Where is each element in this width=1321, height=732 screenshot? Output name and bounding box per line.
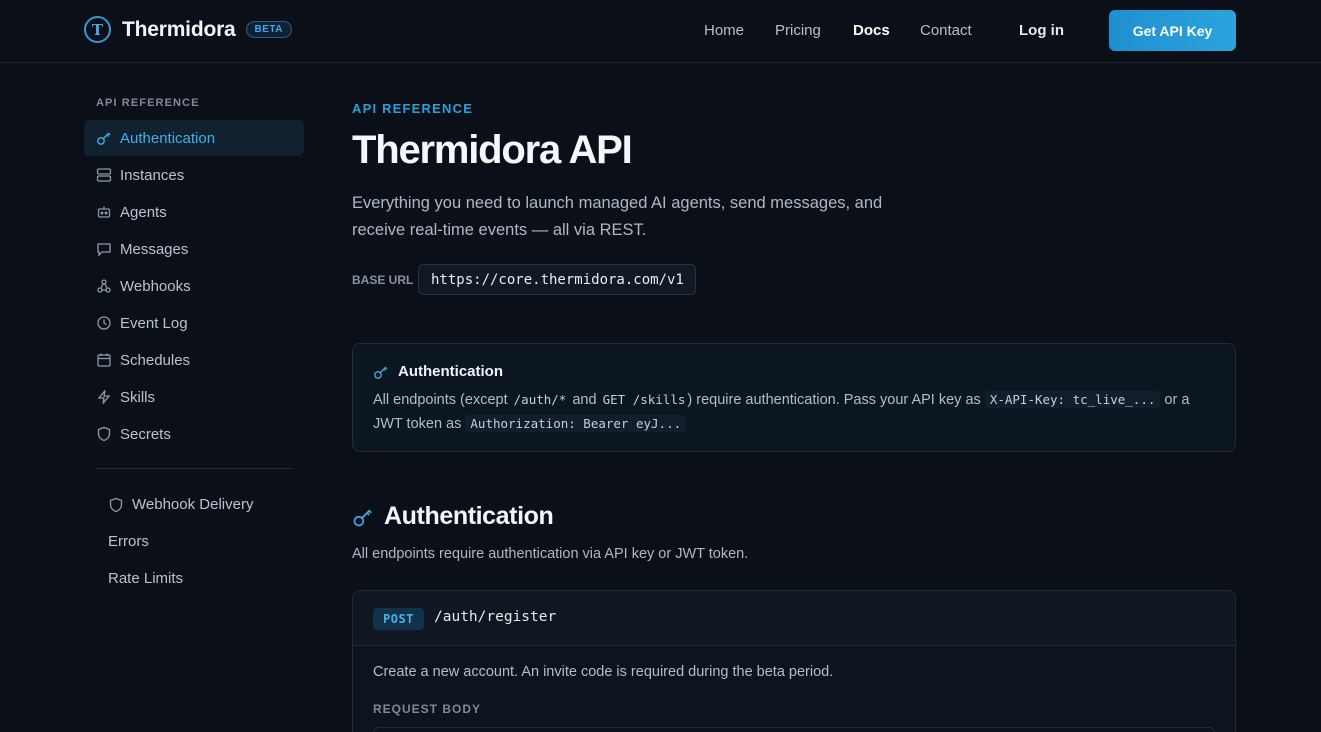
card-text: and — [572, 392, 597, 408]
sidebar-item-agents[interactable]: Agents — [84, 194, 304, 230]
card-text: All endpoints (except — [373, 392, 508, 408]
login-link[interactable]: Log in — [1019, 22, 1064, 39]
inline-code: X-API-Key: tc_live_... — [984, 391, 1161, 408]
shield-icon — [96, 426, 112, 442]
sidebar-divider — [96, 468, 292, 469]
sidebar-item-webhooks[interactable]: Webhooks — [84, 268, 304, 304]
inline-code: Authorization: Bearer eyJ... — [465, 415, 687, 432]
section-heading: Authentication — [352, 502, 554, 531]
sidebar-item-label: Rate Limits — [108, 570, 184, 587]
sidebar-item-instances[interactable]: Instances — [84, 157, 304, 193]
sidebar-item-label: Skills — [120, 388, 156, 406]
sidebar-item-label: Instances — [120, 166, 185, 184]
key-icon — [374, 366, 388, 379]
sidebar-item-label: Schedules — [120, 351, 191, 369]
brand-logo-icon: T — [84, 16, 111, 43]
sidebar-item-label: Webhooks — [120, 277, 191, 295]
sidebar-item-label: Errors — [108, 533, 149, 550]
nav-link-contact[interactable]: Contact — [920, 22, 972, 39]
key-icon — [96, 130, 112, 146]
base-url-value[interactable]: https://core.thermidora.com/v1 — [418, 264, 696, 295]
sidebar-item-event-log[interactable]: Event Log — [84, 305, 304, 341]
robot-icon — [96, 204, 112, 220]
sidebar-item-webhook-delivery[interactable]: Webhook Delivery — [108, 496, 253, 513]
sidebar-item-label: Agents — [120, 203, 167, 221]
page-lead: Everything you need to launch managed AI… — [352, 194, 883, 239]
sidebar-item-label: Messages — [120, 240, 189, 258]
section-description: All endpoints require authentication via… — [352, 546, 749, 562]
page-eyebrow: API REFERENCE — [352, 101, 474, 116]
section-title: Authentication — [384, 502, 554, 530]
endpoint-path: /auth/register — [434, 609, 557, 625]
card-text: ) require authentication. Pass your API … — [687, 392, 981, 408]
shield-icon — [108, 497, 124, 513]
endpoint-header[interactable]: POST /auth/register — [353, 591, 1235, 646]
sidebar-item-messages[interactable]: Messages — [84, 231, 304, 267]
sidebar-item-secrets[interactable]: Secrets — [84, 416, 304, 452]
base-url-label: BASE URL — [352, 273, 414, 287]
lightning-icon — [96, 389, 112, 405]
http-method-badge: POST — [373, 608, 424, 630]
key-icon — [353, 508, 372, 526]
brand[interactable]: T Thermidora BETA — [84, 16, 293, 43]
nav-link-pricing[interactable]: Pricing — [775, 22, 821, 39]
chat-icon — [96, 241, 112, 257]
page-title: Thermidora API — [352, 128, 633, 172]
card-body: All endpoints (except /auth/* and GET /s… — [373, 388, 1219, 436]
nav-link-docs[interactable]: Docs — [853, 22, 890, 39]
sidebar-section-label: API REFERENCE — [96, 97, 200, 109]
endpoint-description: Create a new account. An invite code is … — [373, 664, 834, 680]
sidebar-item-authentication[interactable]: Authentication — [84, 120, 304, 156]
sidebar-item-label: Secrets — [120, 425, 171, 443]
sidebar-item-skills[interactable]: Skills — [84, 379, 304, 415]
sidebar-item-label: Webhook Delivery — [132, 496, 254, 513]
inline-code: /auth/* — [513, 392, 567, 407]
inline-code: GET /skills — [602, 392, 686, 407]
nav-link-home[interactable]: Home — [704, 22, 744, 39]
request-body-label: REQUEST BODY — [373, 702, 482, 716]
sidebar-item-rate-limits[interactable]: Rate Limits — [108, 570, 183, 587]
card-title: Authentication — [398, 363, 503, 380]
calendar-icon — [96, 352, 112, 368]
authentication-info-card: Authentication All endpoints (except /au… — [352, 343, 1236, 452]
sidebar-item-label: Authentication — [120, 129, 216, 147]
get-api-key-button[interactable]: Get API Key — [1109, 10, 1236, 51]
clock-icon — [96, 315, 112, 331]
server-icon — [96, 167, 112, 183]
beta-badge: BETA — [245, 21, 293, 38]
sidebar-item-errors[interactable]: Errors — [108, 533, 149, 550]
webhook-icon — [96, 278, 112, 294]
endpoint-card: POST /auth/register Create a new account… — [352, 590, 1236, 732]
sidebar-item-schedules[interactable]: Schedules — [84, 342, 304, 378]
sidebar-item-label: Event Log — [120, 314, 188, 332]
request-body-code-block — [373, 727, 1215, 732]
brand-name: Thermidora — [122, 17, 236, 41]
top-navigation-bar: T Thermidora BETA Home Pricing Docs Cont… — [0, 0, 1321, 63]
